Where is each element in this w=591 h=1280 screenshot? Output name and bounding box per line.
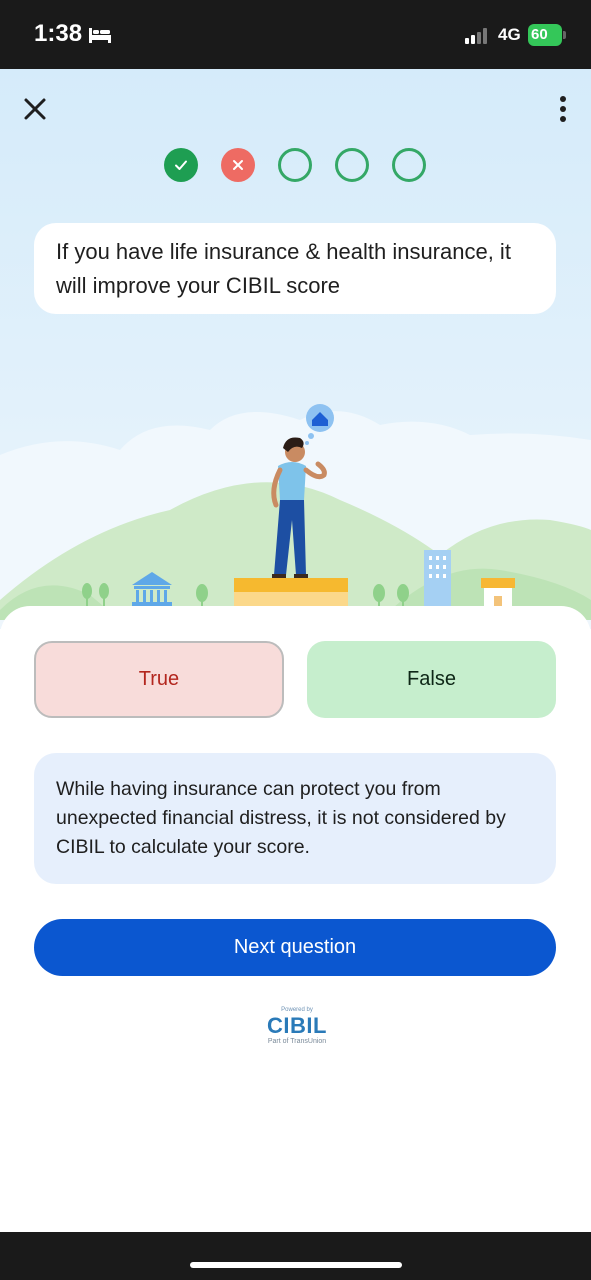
- signal-icon: [465, 28, 487, 44]
- close-icon[interactable]: [18, 92, 52, 126]
- battery-indicator: 60: [528, 24, 562, 46]
- question-progress: [164, 148, 426, 184]
- bed-icon: [89, 28, 111, 43]
- question-text: If you have life insurance & health insu…: [56, 239, 511, 298]
- question-card: If you have life insurance & health insu…: [34, 223, 556, 314]
- cross-icon: [233, 160, 243, 170]
- illustration: [0, 404, 591, 620]
- next-question-label: Next question: [233, 936, 357, 958]
- progress-dot-pending: [335, 148, 369, 182]
- check-icon: [175, 160, 187, 170]
- progress-dot-correct: [164, 148, 198, 182]
- answer-true-button[interactable]: True: [34, 641, 284, 718]
- brand-name: CIBIL: [267, 1013, 327, 1038]
- progress-dot-pending: [278, 148, 312, 182]
- battery-tip: [563, 31, 566, 39]
- answer-false-label: False: [407, 668, 456, 690]
- answer-false-button[interactable]: False: [307, 641, 556, 718]
- brand-subtitle: Part of TransUnion: [267, 1038, 327, 1045]
- home-indicator[interactable]: [190, 1262, 402, 1268]
- status-time: 1:38: [34, 20, 83, 47]
- answer-true-label: True: [138, 668, 180, 690]
- next-question-button[interactable]: Next question: [34, 919, 556, 976]
- status-bar: 1:38 4G 60: [0, 0, 591, 69]
- progress-dot-pending: [392, 148, 426, 182]
- cibil-logo: Powered by CIBIL Part of TransUnion: [262, 1007, 332, 1046]
- battery-level: 60: [531, 26, 548, 43]
- explanation-card: While having insurance can protect you f…: [34, 753, 556, 884]
- explanation-text: While having insurance can protect you f…: [56, 778, 506, 858]
- progress-dot-wrong: [221, 148, 255, 182]
- home-bar: [0, 1232, 591, 1280]
- network-label: 4G: [498, 25, 521, 44]
- more-vertical-icon[interactable]: [548, 92, 578, 126]
